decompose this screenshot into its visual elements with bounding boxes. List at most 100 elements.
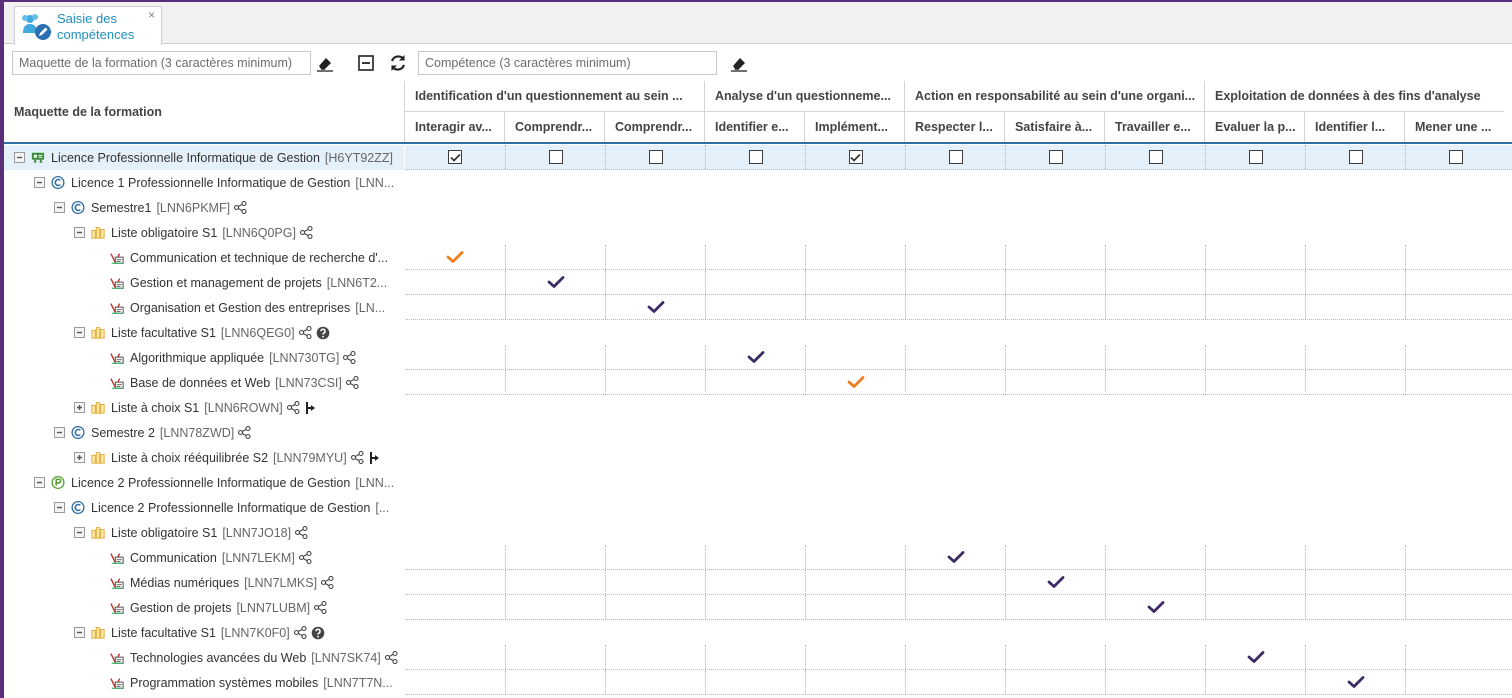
competence-cell[interactable] [905, 595, 1005, 619]
share-icon[interactable] [314, 601, 327, 614]
checkbox-unchecked[interactable] [948, 150, 963, 164]
competence-cell[interactable] [505, 145, 605, 169]
competence-cell[interactable] [505, 245, 605, 269]
competence-cell[interactable] [805, 270, 905, 294]
checkbox-unchecked[interactable] [1448, 150, 1463, 164]
tree-row[interactable]: Liste obligatoire S1 [LNN6Q0PG] [4, 220, 404, 245]
competence-cell[interactable] [705, 145, 805, 169]
tree-column-header[interactable]: Maquette de la formation [4, 81, 405, 144]
choice-branch-icon[interactable] [368, 451, 380, 465]
competence-cell[interactable] [1105, 645, 1205, 669]
competence-cell[interactable] [605, 670, 705, 694]
competence-cell[interactable] [405, 295, 505, 319]
competence-cell[interactable] [1205, 570, 1305, 594]
competence-cell[interactable] [805, 670, 905, 694]
competence-column-header[interactable]: Interagir av... [404, 112, 504, 142]
tree-row[interactable]: Communication et technique de recherche … [4, 245, 404, 270]
tree-row[interactable]: Communication [LNN7LEKM] [4, 545, 404, 570]
competence-cell[interactable] [1405, 545, 1505, 569]
competence-cell[interactable] [1305, 270, 1405, 294]
competence-cell[interactable] [1005, 270, 1105, 294]
competence-cell[interactable] [905, 245, 1005, 269]
share-icon[interactable] [321, 576, 334, 589]
tree-row[interactable]: Technologies avancées du Web [LNN7SK74] [4, 645, 404, 670]
competence-cell[interactable] [1005, 370, 1105, 394]
share-icon[interactable] [298, 326, 312, 339]
tree-row[interactable]: Licence 2 Professionnelle Informatique d… [4, 495, 404, 520]
competence-cell[interactable] [1105, 370, 1205, 394]
competence-cell[interactable] [1205, 370, 1305, 394]
tree-row[interactable]: Gestion de projets [LNN7LUBM] [4, 595, 404, 620]
competence-cell[interactable] [1305, 595, 1405, 619]
tree-row[interactable]: Licence 2 Professionnelle Informatique d… [4, 470, 404, 495]
competence-cell[interactable] [1305, 345, 1405, 369]
competence-cell[interactable] [1305, 570, 1405, 594]
competence-cell[interactable] [1305, 370, 1405, 394]
expand-toggle-icon[interactable] [74, 452, 85, 463]
competence-group-header[interactable]: Analyse d'un questionneme... [704, 81, 904, 112]
competence-column-header[interactable]: Identifier l... [1304, 112, 1404, 142]
competence-cell[interactable] [1005, 345, 1105, 369]
competence-cell[interactable] [1005, 595, 1105, 619]
share-icon[interactable] [384, 651, 398, 664]
competence-column-header[interactable]: Mener une ... [1404, 112, 1504, 142]
competence-cell[interactable] [1205, 295, 1305, 319]
competence-cell[interactable] [1005, 670, 1105, 694]
competence-cell[interactable] [1405, 570, 1505, 594]
competence-cell[interactable] [705, 295, 805, 319]
choice-branch-icon[interactable] [304, 401, 316, 415]
tab-saisie-competences[interactable]: Saisie des compétences × [14, 6, 162, 45]
competence-cell[interactable] [905, 545, 1005, 569]
tree-row[interactable]: Liste à choix S1 [LNN6ROWN] [4, 395, 404, 420]
clear-formation-search-button[interactable] [314, 52, 336, 74]
checkbox-checked[interactable] [448, 150, 462, 164]
competence-cell[interactable] [505, 570, 605, 594]
competence-cell[interactable] [1405, 670, 1505, 694]
competence-column-header[interactable]: Identifier e... [704, 112, 804, 142]
competence-cell[interactable] [1205, 270, 1305, 294]
competence-cell[interactable] [905, 570, 1005, 594]
collapse-toggle-icon[interactable] [54, 202, 65, 213]
competence-column-header[interactable]: Implément... [804, 112, 904, 142]
tree-row[interactable]: Liste à choix rééquilibrée S2 [LNN79MYU] [4, 445, 404, 470]
competence-cell[interactable] [1405, 345, 1505, 369]
tree-row[interactable]: Semestre1 [LNN6PKMF] [4, 195, 404, 220]
share-icon[interactable] [350, 451, 364, 464]
competence-cell[interactable] [805, 345, 905, 369]
tree-row[interactable]: Liste obligatoire S1 [LNN7JO18] [4, 520, 404, 545]
tree-row[interactable]: Liste facultative S1 [LNN6QEG0] [4, 320, 404, 345]
question-icon[interactable] [316, 326, 330, 340]
competence-cell[interactable] [1005, 545, 1105, 569]
competence-cell[interactable] [605, 370, 705, 394]
competence-cell[interactable] [505, 645, 605, 669]
checkbox-unchecked[interactable] [1248, 150, 1263, 164]
competence-cell[interactable] [1105, 245, 1205, 269]
competence-cell[interactable] [705, 345, 805, 369]
competence-cell[interactable] [1405, 145, 1505, 169]
competence-column-header[interactable]: Evaluer la p... [1204, 112, 1304, 142]
competence-cell[interactable] [1305, 670, 1405, 694]
collapse-all-button[interactable] [355, 52, 377, 74]
competence-cell[interactable] [1405, 645, 1505, 669]
competence-cell[interactable] [605, 595, 705, 619]
competence-cell[interactable] [505, 670, 605, 694]
competence-cell[interactable] [705, 545, 805, 569]
competence-cell[interactable] [1305, 295, 1405, 319]
competence-column-header[interactable]: Comprendr... [604, 112, 704, 142]
competence-cell[interactable] [1405, 370, 1505, 394]
competence-cell[interactable] [1205, 245, 1305, 269]
competence-cell[interactable] [705, 645, 805, 669]
competence-cell[interactable] [1105, 345, 1205, 369]
competence-cell[interactable] [805, 545, 905, 569]
competence-cell[interactable] [1105, 545, 1205, 569]
competence-cell[interactable] [605, 145, 705, 169]
competence-cell[interactable] [705, 670, 805, 694]
collapse-toggle-icon[interactable] [74, 227, 85, 238]
competence-cell[interactable] [1005, 645, 1105, 669]
tree-row[interactable]: Liste facultative S1 [LNN7K0F0] [4, 620, 404, 645]
competence-cell[interactable] [1105, 595, 1205, 619]
clear-competence-search-button[interactable] [728, 52, 750, 74]
competence-cell[interactable] [705, 370, 805, 394]
competence-cell[interactable] [805, 145, 905, 169]
competence-column-header[interactable]: Respecter l... [904, 112, 1004, 142]
